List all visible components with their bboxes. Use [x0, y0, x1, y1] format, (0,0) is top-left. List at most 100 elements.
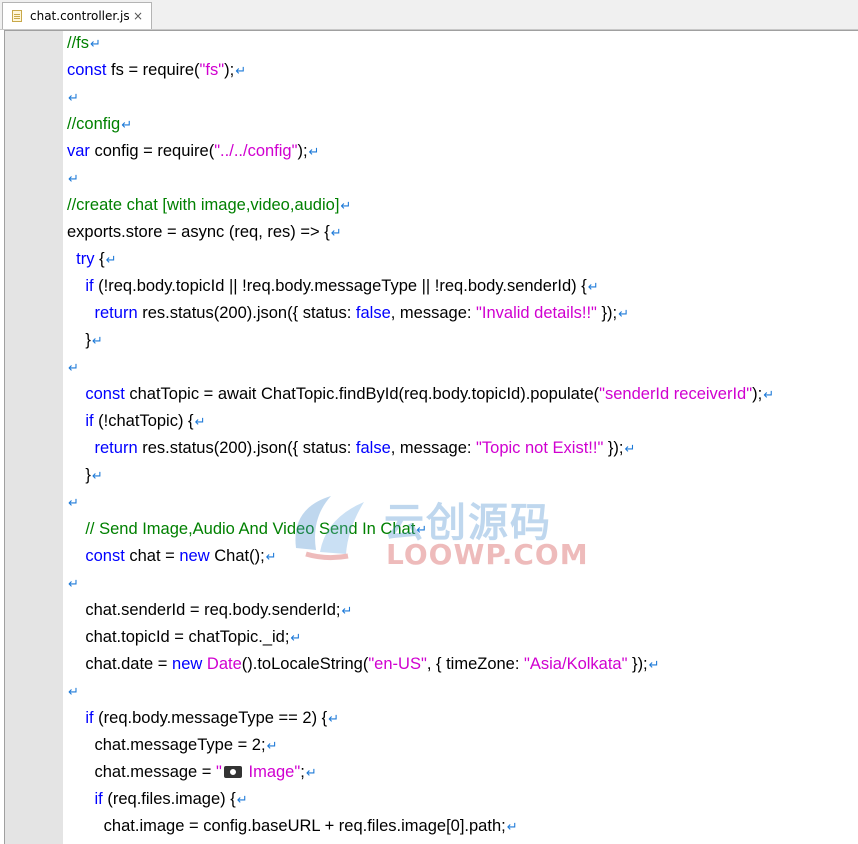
code-token-text: chat.message =	[67, 763, 217, 781]
code-token-string: "	[216, 763, 222, 781]
eol-marker-icon: ↵	[68, 576, 79, 591]
code-token-keyword: return	[94, 304, 138, 322]
code-token-string: "../../config"	[214, 142, 298, 160]
code-content: //config↵	[63, 115, 132, 134]
code-content: ↵	[63, 169, 79, 188]
code-token-string: Date	[206, 655, 242, 673]
code-content: const chatTopic = await ChatTopic.findBy…	[63, 385, 774, 404]
code-token-string: Image"	[243, 763, 301, 781]
code-token-string: "Invalid details!!"	[476, 304, 597, 322]
code-token-keyword: new	[179, 547, 210, 565]
code-token-text: Chat();	[209, 547, 265, 565]
code-line[interactable]: 12 try {↵	[63, 246, 858, 273]
eol-marker-icon: ↵	[587, 279, 599, 294]
code-line[interactable]: 33 chat.image = config.baseURL + req.fil…	[63, 813, 858, 840]
code-editor[interactable]: 4//fs↵5const fs = require("fs");↵6↵7//co…	[4, 30, 858, 844]
eol-marker-icon: ↵	[330, 225, 342, 240]
code-content: return res.status(200).json({ status: fa…	[63, 439, 636, 458]
code-content: var config = require("../../config");↵	[63, 142, 319, 161]
code-content: try {↵	[63, 250, 117, 269]
code-token-text: chat.messageType = 2;	[67, 736, 266, 754]
code-token-text: config = require(	[89, 142, 215, 160]
code-line[interactable]: 11exports.store = async (req, res) => {↵	[63, 219, 858, 246]
code-line[interactable]: 25 chat.senderId = req.body.senderId;↵	[63, 597, 858, 624]
code-token-text: chatTopic = await ChatTopic.findById(req…	[124, 385, 600, 403]
code-line[interactable]: 23 const chat = new Chat();↵	[63, 543, 858, 570]
eol-marker-icon: ↵	[265, 549, 277, 564]
code-content: //create chat [with image,video,audio]↵	[63, 196, 351, 215]
code-line[interactable]: 31 chat.message = " Image";↵	[63, 759, 858, 786]
eol-marker-icon: ↵	[305, 765, 317, 780]
code-content: const chat = new Chat();↵	[63, 547, 277, 566]
code-token-text: ().toLocaleString(	[241, 655, 369, 673]
code-area[interactable]: 4//fs↵5const fs = require("fs");↵6↵7//co…	[63, 31, 858, 844]
code-line[interactable]: 22 // Send Image,Audio And Video Send In…	[63, 516, 858, 543]
eol-marker-icon: ↵	[340, 198, 352, 213]
code-line[interactable]: 6↵	[63, 84, 858, 111]
code-line[interactable]: 8var config = require("../../config");↵	[63, 138, 858, 165]
code-token-keyword: if	[85, 277, 94, 295]
code-token-comment: // Send Image,Audio And Video Send In Ch…	[85, 520, 416, 538]
eol-marker-icon: ↵	[266, 738, 278, 753]
code-line[interactable]: 14 return res.status(200).json({ status:…	[63, 300, 858, 327]
eol-marker-icon: ↵	[618, 306, 629, 321]
code-line[interactable]: 9↵	[63, 165, 858, 192]
code-token-string: "Asia/Kolkata"	[524, 655, 628, 673]
code-content: chat.message = " Image";↵	[63, 763, 317, 782]
code-line[interactable]: 18 if (!chatTopic) {↵	[63, 408, 858, 435]
code-line[interactable]: 26 chat.topicId = chatTopic._id;↵	[63, 624, 858, 651]
js-file-icon	[12, 10, 22, 22]
code-content: //fs↵	[63, 34, 101, 53]
eol-marker-icon: ↵	[91, 468, 103, 483]
code-line[interactable]: 32 if (req.files.image) {↵	[63, 786, 858, 813]
eol-marker-icon: ↵	[416, 522, 428, 537]
code-content: }↵	[63, 466, 103, 485]
code-token-text: res.status(200).json({ status:	[137, 304, 356, 322]
code-line[interactable]: 29 if (req.body.messageType == 2) {↵	[63, 705, 858, 732]
code-line[interactable]: 5const fs = require("fs");↵	[63, 57, 858, 84]
code-line[interactable]: 27 chat.date = new Date().toLocaleString…	[63, 651, 858, 678]
code-token-keyword: const	[85, 547, 125, 565]
code-line[interactable]: 4//fs↵	[63, 31, 858, 57]
code-token-text: (req.files.image) {	[102, 790, 236, 808]
code-content: exports.store = async (req, res) => {↵	[63, 223, 342, 242]
code-line[interactable]: 16↵	[63, 354, 858, 381]
camera-icon	[223, 765, 242, 778]
code-line[interactable]: 21↵	[63, 489, 858, 516]
code-line[interactable]: 7//config↵	[63, 111, 858, 138]
code-token-comment: //fs	[67, 34, 90, 52]
code-token-text: chat.image = config.baseURL + req.files.…	[67, 817, 506, 835]
close-icon[interactable]: ×	[133, 9, 143, 23]
code-line[interactable]: 20 }↵	[63, 462, 858, 489]
code-line[interactable]: 24↵	[63, 570, 858, 597]
code-line[interactable]: 17 const chatTopic = await ChatTopic.fin…	[63, 381, 858, 408]
code-token-text: }	[67, 331, 91, 349]
eol-marker-icon: ↵	[105, 252, 117, 267]
eol-marker-icon: ↵	[68, 684, 79, 699]
tab-chat-controller[interactable]: chat.controller.js ×	[2, 2, 152, 29]
code-content: ↵	[63, 682, 79, 701]
code-line[interactable]: 13 if (!req.body.topicId || !req.body.me…	[63, 273, 858, 300]
code-token-comment: //config	[67, 115, 121, 133]
code-content: chat.date = new Date().toLocaleString("e…	[63, 655, 659, 674]
code-line[interactable]: 15 }↵	[63, 327, 858, 354]
code-content: chat.topicId = chatTopic._id;↵	[63, 628, 301, 647]
line-number-gutter	[5, 31, 63, 844]
code-line[interactable]: 19 return res.status(200).json({ status:…	[63, 435, 858, 462]
code-token-keyword: if	[85, 412, 94, 430]
code-token-text: ;	[300, 763, 305, 781]
code-token-text: );	[224, 61, 235, 79]
code-line[interactable]: 10//create chat [with image,video,audio]…	[63, 192, 858, 219]
code-line[interactable]: 30 chat.messageType = 2;↵	[63, 732, 858, 759]
code-token-keyword: return	[94, 439, 138, 457]
code-token-string: "fs"	[199, 61, 225, 79]
code-line[interactable]: 28↵	[63, 678, 858, 705]
code-token-text: chat =	[124, 547, 180, 565]
code-content: ↵	[63, 358, 79, 377]
code-content: if (!req.body.topicId || !req.body.messa…	[63, 277, 599, 296]
